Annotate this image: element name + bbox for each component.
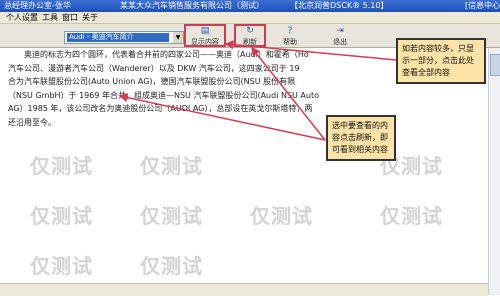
show-content-label: 显示内容 <box>191 38 219 46</box>
watermark: 仅测试 <box>380 204 443 228</box>
help-button[interactable]: ? 帮助 <box>276 26 304 46</box>
title-bar: 总经理办公室-张华 某某大众汽车销售服务有限公司（测试） 【北京润普DSCK® … <box>0 0 500 12</box>
vertical-scrollbar[interactable] <box>488 48 500 295</box>
status-bar <box>0 283 488 296</box>
doc-line: 合为汽车联盟股份公司(Auto Union AG)，德国汽车联盟股份公司(NSU… <box>8 77 296 86</box>
scrollbar-thumb[interactable] <box>490 54 500 76</box>
menu-personal-settings[interactable]: 个人设置 <box>6 12 38 23</box>
doc-line: 还沿用至今。 <box>8 117 56 127</box>
app-title: 总经理办公室-张华 <box>4 1 71 10</box>
topic-select-value: Audi - 奥迪汽车简介 <box>67 33 169 42</box>
help-icon: ? <box>287 26 293 36</box>
callout-show-content: 如若内容较多，只显示一部分，点击此处查看全部内容 <box>396 38 486 84</box>
refresh-icon: ↻ <box>246 26 254 36</box>
callout-refresh: 选中要查看的内容点击刷新，即可看到相关内容 <box>326 115 396 161</box>
server-info: 【北京润普DSCK® 5.10】 <box>290 1 389 10</box>
exit-icon: ⇥ <box>336 26 344 36</box>
document-icon: ▤ <box>200 26 210 36</box>
menu-tools[interactable]: 工具 <box>42 12 58 23</box>
refresh-label: 刷新 <box>243 38 257 46</box>
info-center-link[interactable]: [信息中心] <box>465 0 500 12</box>
refresh-button[interactable]: ↻ 刷新 <box>234 24 266 47</box>
doc-line: 奥迪的标志为四个圆环，代表着合并前的四家公司——奥迪（Audi）和霍希（Ho <box>8 50 309 59</box>
chevron-down-icon[interactable]: ▼ <box>173 32 183 43</box>
exit-button[interactable]: ⇥ 退出 <box>326 26 354 46</box>
doc-line: 汽车公司、漫游者汽车公司（Wanderer）以及 DKW 汽车公司，这四家公司于… <box>8 63 300 73</box>
exit-label: 退出 <box>333 38 347 46</box>
watermark: 仅测试 <box>30 254 93 278</box>
menu-window[interactable]: 窗口 <box>62 12 78 23</box>
help-label: 帮助 <box>283 38 297 46</box>
document-content[interactable]: 奥迪的标志为四个圆环，代表着合并前的四家公司——奥迪（Audi）和霍希（Ho 汽… <box>8 48 380 208</box>
doc-line: （NSU GmbH）于 1969 年合并，组成奥迪—NSU 汽车联盟股份公司(A… <box>8 90 319 100</box>
menu-about[interactable]: 关于 <box>82 12 98 23</box>
company-title: 某某大众汽车销售服务有限公司（测试） <box>120 1 264 10</box>
watermark: 仅测试 <box>140 254 203 278</box>
menu-bar: 个人设置 工具 窗口 关于 <box>0 12 500 24</box>
doc-line: AG）1985 年，该公司改名为奥迪股份公司（AUDI AG），总部设在英戈尔斯… <box>8 104 313 113</box>
topic-select[interactable]: Audi - 奥迪汽车简介 ▼ <box>64 31 184 44</box>
show-content-button[interactable]: ▤ 显示内容 <box>184 24 226 47</box>
